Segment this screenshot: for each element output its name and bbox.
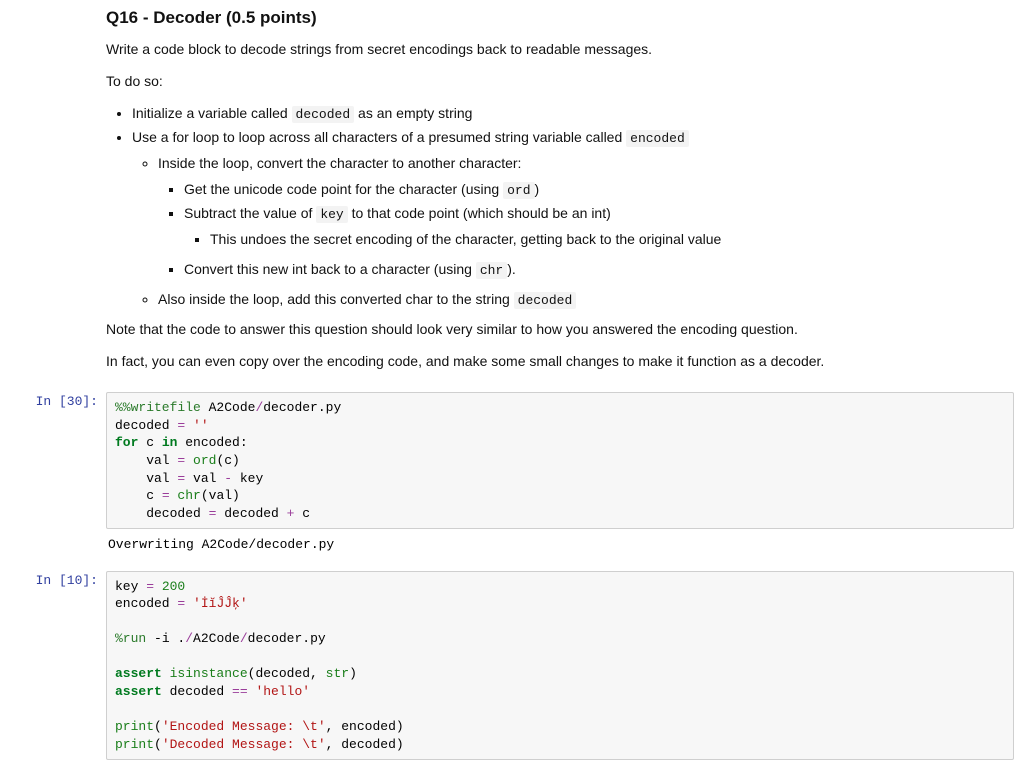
tok: -i .: [146, 631, 185, 646]
tok: =: [162, 488, 170, 503]
code-literal: chr: [476, 262, 507, 279]
tok: str: [326, 666, 349, 681]
prompt-spacer: [10, 0, 106, 387]
tok: key: [232, 471, 263, 486]
hint-paragraph: In fact, you can even copy over the enco…: [106, 351, 1014, 373]
tok: 'İĭĴĴķ': [185, 596, 247, 611]
text: Use a for loop to loop across all charac…: [132, 129, 626, 145]
text: as an empty string: [354, 105, 472, 121]
tok: for: [115, 435, 138, 450]
text: ).: [507, 261, 516, 277]
text: Convert this new int back to a character…: [184, 261, 476, 277]
tok: , decoded): [326, 737, 404, 752]
text: Also inside the loop, add this converted…: [158, 291, 514, 307]
tok: %%writefile: [115, 400, 201, 415]
text: ): [535, 181, 540, 197]
tok: decoded: [115, 506, 209, 521]
tok: 200: [154, 579, 185, 594]
input-prompt: In [30]:: [10, 387, 106, 565]
markdown-body: Q16 - Decoder (0.5 points) Write a code …: [106, 0, 1014, 387]
code-literal: decoded: [514, 292, 577, 309]
code-literal: encoded: [626, 130, 689, 147]
tok: /: [240, 631, 248, 646]
question-heading: Q16 - Decoder (0.5 points): [106, 5, 1014, 31]
code-cell: In [10]: key = 200 encoded = 'İĭĴĴķ' %ru…: [10, 566, 1014, 765]
list-item: Subtract the value of key to that code p…: [184, 203, 1014, 251]
text: Get the unicode code point for the chara…: [184, 181, 503, 197]
list-item: Also inside the loop, add this converted…: [158, 289, 1014, 311]
tok: decoder.py: [248, 631, 326, 646]
jupyter-notebook: Q16 - Decoder (0.5 points) Write a code …: [0, 0, 1024, 775]
tok: -: [224, 471, 232, 486]
code-literal: decoded: [292, 106, 355, 123]
tok: c: [115, 488, 162, 503]
tok: chr: [170, 488, 201, 503]
tok: (c): [216, 453, 239, 468]
tok: encoded: [115, 596, 177, 611]
markdown-cell: Q16 - Decoder (0.5 points) Write a code …: [10, 0, 1014, 387]
todo-label: To do so:: [106, 71, 1014, 93]
text: Initialize a variable called: [132, 105, 292, 121]
code-output: Overwriting A2Code/decoder.py: [106, 529, 1014, 561]
tok: decoder.py: [263, 400, 341, 415]
tok: val: [115, 453, 177, 468]
list-item: Convert this new int back to a character…: [184, 259, 1014, 281]
tok: decoded: [216, 506, 286, 521]
tok: (decoded,: [248, 666, 326, 681]
sublist: Get the unicode code point for the chara…: [158, 179, 1014, 281]
note-paragraph: Note that the code to answer this questi…: [106, 319, 1014, 341]
tok: (: [154, 719, 162, 734]
tok: val: [185, 471, 224, 486]
tok: %run: [115, 631, 146, 646]
tok: encoded:: [177, 435, 247, 450]
tok: print: [115, 737, 154, 752]
tok: ord: [185, 453, 216, 468]
instruction-list: Initialize a variable called decoded as …: [106, 103, 1014, 311]
tok: key: [115, 579, 146, 594]
tok: '': [185, 418, 208, 433]
tok: decoded: [115, 418, 177, 433]
tok: in: [162, 435, 178, 450]
code-input-area[interactable]: key = 200 encoded = 'İĭĴĴķ' %run -i ./A2…: [106, 571, 1014, 760]
tok: (: [154, 737, 162, 752]
tok: 'Decoded Message: \t': [162, 737, 326, 752]
tok: /: [185, 631, 193, 646]
tok: assert: [115, 666, 162, 681]
sublist: Inside the loop, convert the character t…: [132, 153, 1014, 311]
input-prompt: In [10]:: [10, 566, 106, 765]
tok: ): [349, 666, 357, 681]
list-item: Use a for loop to loop across all charac…: [132, 127, 1014, 311]
tok: (val): [201, 488, 240, 503]
tok: val: [115, 471, 177, 486]
code-literal: ord: [503, 182, 534, 199]
list-item: This undoes the secret encoding of the c…: [210, 229, 1014, 251]
code-cell-body: %%writefile A2Code/decoder.py decoded = …: [106, 387, 1014, 565]
code-literal: key: [316, 206, 347, 223]
code-cell: In [30]: %%writefile A2Code/decoder.py d…: [10, 387, 1014, 565]
tok: A2Code: [193, 631, 240, 646]
code-cell-body: key = 200 encoded = 'İĭĴĴķ' %run -i ./A2…: [106, 566, 1014, 765]
tok: c: [294, 506, 310, 521]
tok: =: [146, 579, 154, 594]
tok: c: [138, 435, 161, 450]
text: to that code point (which should be an i…: [348, 205, 611, 221]
tok: , encoded): [326, 719, 404, 734]
tok: print: [115, 719, 154, 734]
tok: decoded: [162, 684, 232, 699]
list-item: Initialize a variable called decoded as …: [132, 103, 1014, 125]
text: Subtract the value of: [184, 205, 316, 221]
tok: A2Code: [201, 400, 256, 415]
list-item: Inside the loop, convert the character t…: [158, 153, 1014, 281]
text: Inside the loop, convert the character t…: [158, 155, 521, 171]
list-item: Get the unicode code point for the chara…: [184, 179, 1014, 201]
sublist: This undoes the secret encoding of the c…: [184, 229, 1014, 251]
tok: 'hello': [248, 684, 310, 699]
intro-paragraph: Write a code block to decode strings fro…: [106, 39, 1014, 61]
tok: assert: [115, 684, 162, 699]
code-input-area[interactable]: %%writefile A2Code/decoder.py decoded = …: [106, 392, 1014, 529]
tok: isinstance: [162, 666, 248, 681]
tok: 'Encoded Message: \t': [162, 719, 326, 734]
tok: ==: [232, 684, 248, 699]
